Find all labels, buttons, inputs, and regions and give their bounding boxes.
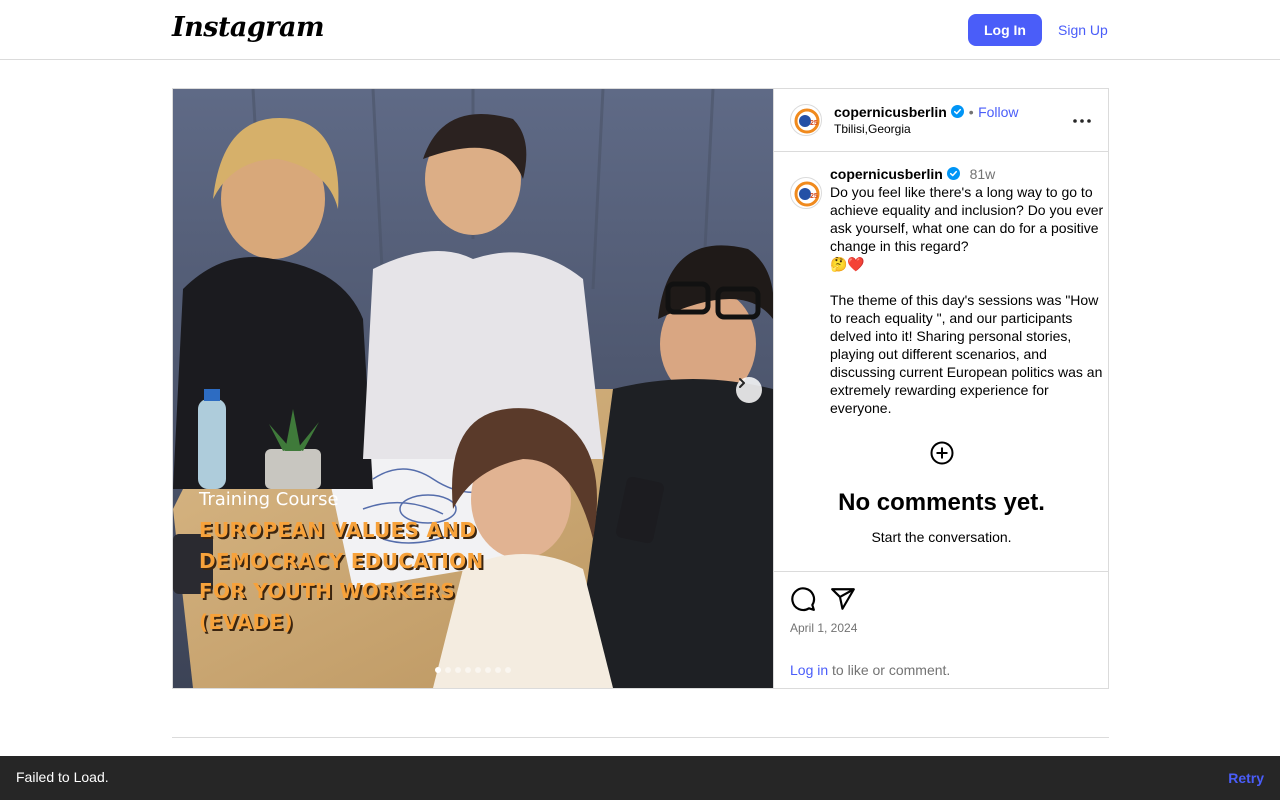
overlay-title-line: (EVADE) (199, 609, 293, 634)
login-prompt: Log in to like or comment. (790, 662, 950, 678)
toast-message: Failed to Load. (16, 769, 109, 785)
add-circle-icon (930, 441, 953, 465)
slide-dot (495, 667, 501, 673)
slide-dot (445, 667, 451, 673)
comments-empty-state: No comments yet. Start the conversation. (774, 441, 1109, 545)
verified-badge-icon (951, 105, 965, 118)
overlay-title-line: DEMOCRACY EDUCATION (199, 548, 484, 573)
overlay-title-line: EUROPEAN VALUES AND (199, 518, 477, 542)
post-location[interactable]: Tbilisi,Georgia (834, 122, 911, 136)
slide-dot (505, 667, 511, 673)
caption-username[interactable]: copernicusberlin (830, 166, 943, 182)
post-header-line: copernicusberlin • Follow (834, 104, 1019, 122)
caption-paragraph: Do you feel like there's a long way to g… (830, 184, 1104, 254)
caption-body: copernicusberlin 81w Do you feel like th… (830, 165, 1105, 417)
verified-badge-icon (946, 167, 960, 180)
signup-button[interactable]: Sign Up (1054, 14, 1112, 46)
post-actions: April 1, 2024 Log in to like or comment. (774, 571, 1109, 688)
slide-indicator (435, 667, 511, 673)
top-nav: Instagram Log In Sign Up (0, 0, 1280, 60)
next-slide-button[interactable] (736, 377, 762, 403)
post-date[interactable]: April 1, 2024 (790, 621, 857, 635)
login-link[interactable]: Log in (790, 662, 828, 678)
copernicus-logo-icon: 25 (794, 181, 820, 207)
retry-button[interactable]: Retry (1228, 770, 1264, 786)
error-toast: Failed to Load. Retry (0, 756, 1280, 800)
follow-button[interactable]: Follow (978, 104, 1018, 120)
copernicus-logo-icon: 25 (794, 108, 820, 134)
caption-header: copernicusberlin 81w (830, 165, 1105, 183)
slide-dot (455, 667, 461, 673)
svg-text:25: 25 (810, 120, 818, 127)
post-card: Training Course EUROPEAN VALUES AND DEMO… (172, 88, 1109, 689)
more-options-button[interactable] (1070, 109, 1094, 133)
caption-emoji: 🤔❤️ (830, 256, 865, 272)
comment-icon[interactable] (790, 586, 816, 612)
post-media[interactable]: Training Course EUROPEAN VALUES AND DEMO… (173, 89, 773, 688)
overlay-title: EUROPEAN VALUES AND DEMOCRACY EDUCATION … (199, 515, 499, 637)
caption-avatar[interactable]: 25 (790, 177, 822, 209)
instagram-logo[interactable]: Instagram (172, 12, 325, 43)
post-sidebar: 25 copernicusberlin • Follow Tbilisi,Geo… (773, 89, 1109, 688)
svg-text:25: 25 (810, 193, 818, 200)
separator-dot: • (968, 104, 974, 120)
login-button[interactable]: Log In (968, 14, 1042, 46)
slide-dot (475, 667, 481, 673)
overlay-label: Training Course (199, 489, 339, 510)
slide-dot (435, 667, 441, 673)
more-horizontal-icon (1073, 119, 1091, 123)
avatar[interactable]: 25 (790, 104, 822, 136)
chevron-right-icon (739, 378, 745, 388)
caption-paragraph: The theme of this day's sessions was "Ho… (830, 292, 1103, 416)
comments-empty-title: No comments yet. (838, 489, 1045, 516)
caption-time-ago[interactable]: 81w (970, 166, 996, 182)
slide-dot (485, 667, 491, 673)
comments-empty-subtitle: Start the conversation. (871, 529, 1012, 545)
share-icon[interactable] (830, 586, 856, 612)
overlay-title-line: FOR YOUTH WORKERS (199, 579, 455, 603)
post-username[interactable]: copernicusberlin (834, 104, 947, 120)
slide-dot (465, 667, 471, 673)
footer-divider (172, 737, 1109, 738)
post-header: 25 copernicusberlin • Follow Tbilisi,Geo… (774, 89, 1109, 152)
login-prompt-suffix: to like or comment. (828, 662, 951, 678)
